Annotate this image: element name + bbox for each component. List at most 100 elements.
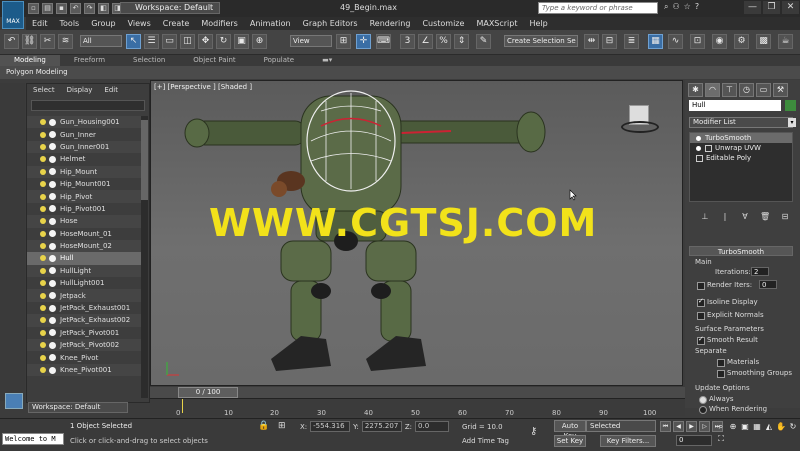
close-button[interactable]: ✕: [782, 1, 799, 14]
expand-icon[interactable]: [705, 144, 712, 152]
spinner-snap-icon[interactable]: ⇕: [454, 34, 469, 49]
new-file-icon[interactable]: ▫: [28, 3, 39, 14]
z-coordinate-field[interactable]: 0.0: [415, 421, 450, 432]
list-item[interactable]: JetPack_Pivot002: [27, 339, 141, 352]
help-icon[interactable]: ?: [695, 2, 699, 12]
materials-checkbox[interactable]: [717, 359, 725, 367]
create-tab-icon[interactable]: ✱: [688, 83, 703, 97]
pivot-center-icon[interactable]: ⊞: [336, 34, 351, 49]
light-bulb-icon[interactable]: [40, 218, 46, 225]
edit-named-selection-icon[interactable]: ✎: [476, 34, 491, 49]
configure-sets-icon[interactable]: ⊟: [780, 212, 790, 222]
menu-views[interactable]: Views: [122, 17, 157, 30]
open-file-icon[interactable]: ▤: [42, 3, 53, 14]
search-icon[interactable]: ⌕: [664, 2, 668, 12]
visibility-icon[interactable]: [49, 168, 56, 176]
minimize-button[interactable]: —: [744, 1, 761, 14]
light-bulb-icon[interactable]: [40, 280, 46, 287]
set-key-button[interactable]: Set Key: [554, 435, 586, 447]
explorer-scrollbar[interactable]: [141, 116, 148, 398]
light-bulb-icon[interactable]: [40, 329, 46, 336]
unlink-icon[interactable]: ✂: [40, 34, 55, 49]
light-bulb-icon[interactable]: [40, 243, 46, 250]
smoothing-groups-checkbox[interactable]: [717, 370, 725, 378]
list-item[interactable]: HoseMount_01: [27, 228, 141, 240]
help-search-input[interactable]: Type a keyword or phrase: [538, 2, 658, 14]
list-item[interactable]: Gun_Inner: [27, 128, 141, 140]
visibility-icon[interactable]: [49, 354, 56, 362]
current-frame-field[interactable]: 0: [676, 435, 712, 446]
smooth-result-checkbox[interactable]: [697, 335, 705, 345]
visibility-icon[interactable]: [49, 329, 56, 337]
angle-snap-icon[interactable]: ∠: [418, 34, 433, 49]
percent-snap-icon[interactable]: %: [436, 34, 451, 49]
explorer-menu-edit[interactable]: Edit: [98, 84, 124, 97]
visibility-icon[interactable]: [49, 254, 56, 262]
visibility-icon[interactable]: [49, 230, 56, 238]
explorer-menu-select[interactable]: Select: [27, 84, 61, 97]
curve-editor-icon[interactable]: ∿: [668, 34, 683, 49]
visibility-icon[interactable]: [49, 304, 56, 312]
select-object-icon[interactable]: ↖: [126, 34, 141, 49]
show-end-result-icon[interactable]: |: [720, 212, 730, 222]
modifier-list-dropdown[interactable]: Modifier List ▾: [689, 117, 796, 128]
list-item[interactable]: Hose: [27, 215, 141, 228]
maximize-button[interactable]: ❐: [763, 1, 780, 14]
explorer-toggle-button[interactable]: [5, 393, 23, 409]
go-to-start-icon[interactable]: ⏮: [660, 421, 671, 432]
object-name-field[interactable]: Hull: [689, 100, 781, 111]
render-setup-icon[interactable]: ⚙: [734, 34, 749, 49]
explorer-workspace-dropdown[interactable]: Workspace: Default: [28, 402, 128, 413]
visibility-icon[interactable]: [49, 292, 56, 300]
stack-item-unwrap-uvw[interactable]: Unwrap UVW: [690, 143, 792, 153]
undo-icon[interactable]: ↶: [4, 34, 19, 49]
list-item[interactable]: Hip_Pivot: [27, 190, 141, 203]
explorer-menu-display[interactable]: Display: [61, 84, 99, 97]
menu-rendering[interactable]: Rendering: [364, 17, 417, 30]
redo-icon[interactable]: ↷: [84, 3, 95, 14]
snaps-toggle-icon[interactable]: 3: [400, 34, 415, 49]
visibility-icon[interactable]: [49, 180, 56, 188]
visibility-icon[interactable]: [49, 279, 56, 287]
visibility-icon[interactable]: [49, 143, 56, 151]
ribbon-toggle-icon[interactable]: ▦: [648, 34, 663, 49]
move-icon[interactable]: ✥: [198, 34, 213, 49]
visibility-icon[interactable]: [49, 316, 56, 324]
select-manipulate-icon[interactable]: ✛: [356, 34, 371, 49]
reference-coordinate-dropdown[interactable]: View: [290, 35, 332, 47]
list-item[interactable]: Gun_Inner001: [27, 140, 141, 154]
menu-tools[interactable]: Tools: [54, 17, 86, 30]
list-item[interactable]: Knee_Pivot001: [27, 363, 141, 377]
chevron-down-icon[interactable]: ▾: [788, 118, 796, 127]
previous-frame-icon[interactable]: ◀: [673, 421, 684, 432]
light-bulb-icon[interactable]: [40, 193, 46, 200]
menu-customize[interactable]: Customize: [416, 17, 470, 30]
keyboard-shortcut-icon[interactable]: ⌨: [376, 34, 391, 49]
render-iters-spinner[interactable]: 0: [759, 280, 777, 289]
workspace-dropdown[interactable]: Workspace: Default: [120, 2, 220, 14]
list-item[interactable]: Hip_Mount: [27, 165, 141, 178]
iterations-spinner[interactable]: 2: [751, 267, 769, 276]
community-icon[interactable]: ⚇: [672, 2, 679, 12]
light-bulb-icon[interactable]: [40, 119, 46, 126]
save-icon[interactable]: ▪: [56, 3, 67, 14]
tab-object-paint[interactable]: Object Paint: [179, 55, 249, 66]
tab-modeling[interactable]: Modeling: [0, 55, 60, 66]
stack-item-editable-poly[interactable]: Editable Poly: [690, 153, 792, 163]
light-bulb-icon[interactable]: [40, 168, 46, 175]
next-frame-icon[interactable]: ▷: [699, 421, 710, 432]
light-bulb-icon[interactable]: [40, 317, 46, 324]
visibility-icon[interactable]: [49, 193, 56, 201]
list-item[interactable]: JetPack_Exhaust001: [27, 302, 141, 314]
utilities-tab-icon[interactable]: ⚒: [773, 83, 788, 97]
tab-freeform[interactable]: Freeform: [60, 55, 119, 66]
material-editor-icon[interactable]: ◉: [712, 34, 727, 49]
list-item[interactable]: Knee_Pivot: [27, 351, 141, 363]
ribbon-options-icon[interactable]: ▬▾: [308, 55, 346, 66]
list-item[interactable]: Helmet: [27, 153, 141, 165]
light-bulb-icon[interactable]: [40, 267, 46, 274]
menu-edit[interactable]: Edit: [26, 17, 54, 30]
rollout-header[interactable]: TurboSmooth: [689, 246, 793, 256]
list-item[interactable]: HoseMount_02: [27, 239, 141, 253]
list-item[interactable]: JetPack_Pivot001: [27, 327, 141, 339]
